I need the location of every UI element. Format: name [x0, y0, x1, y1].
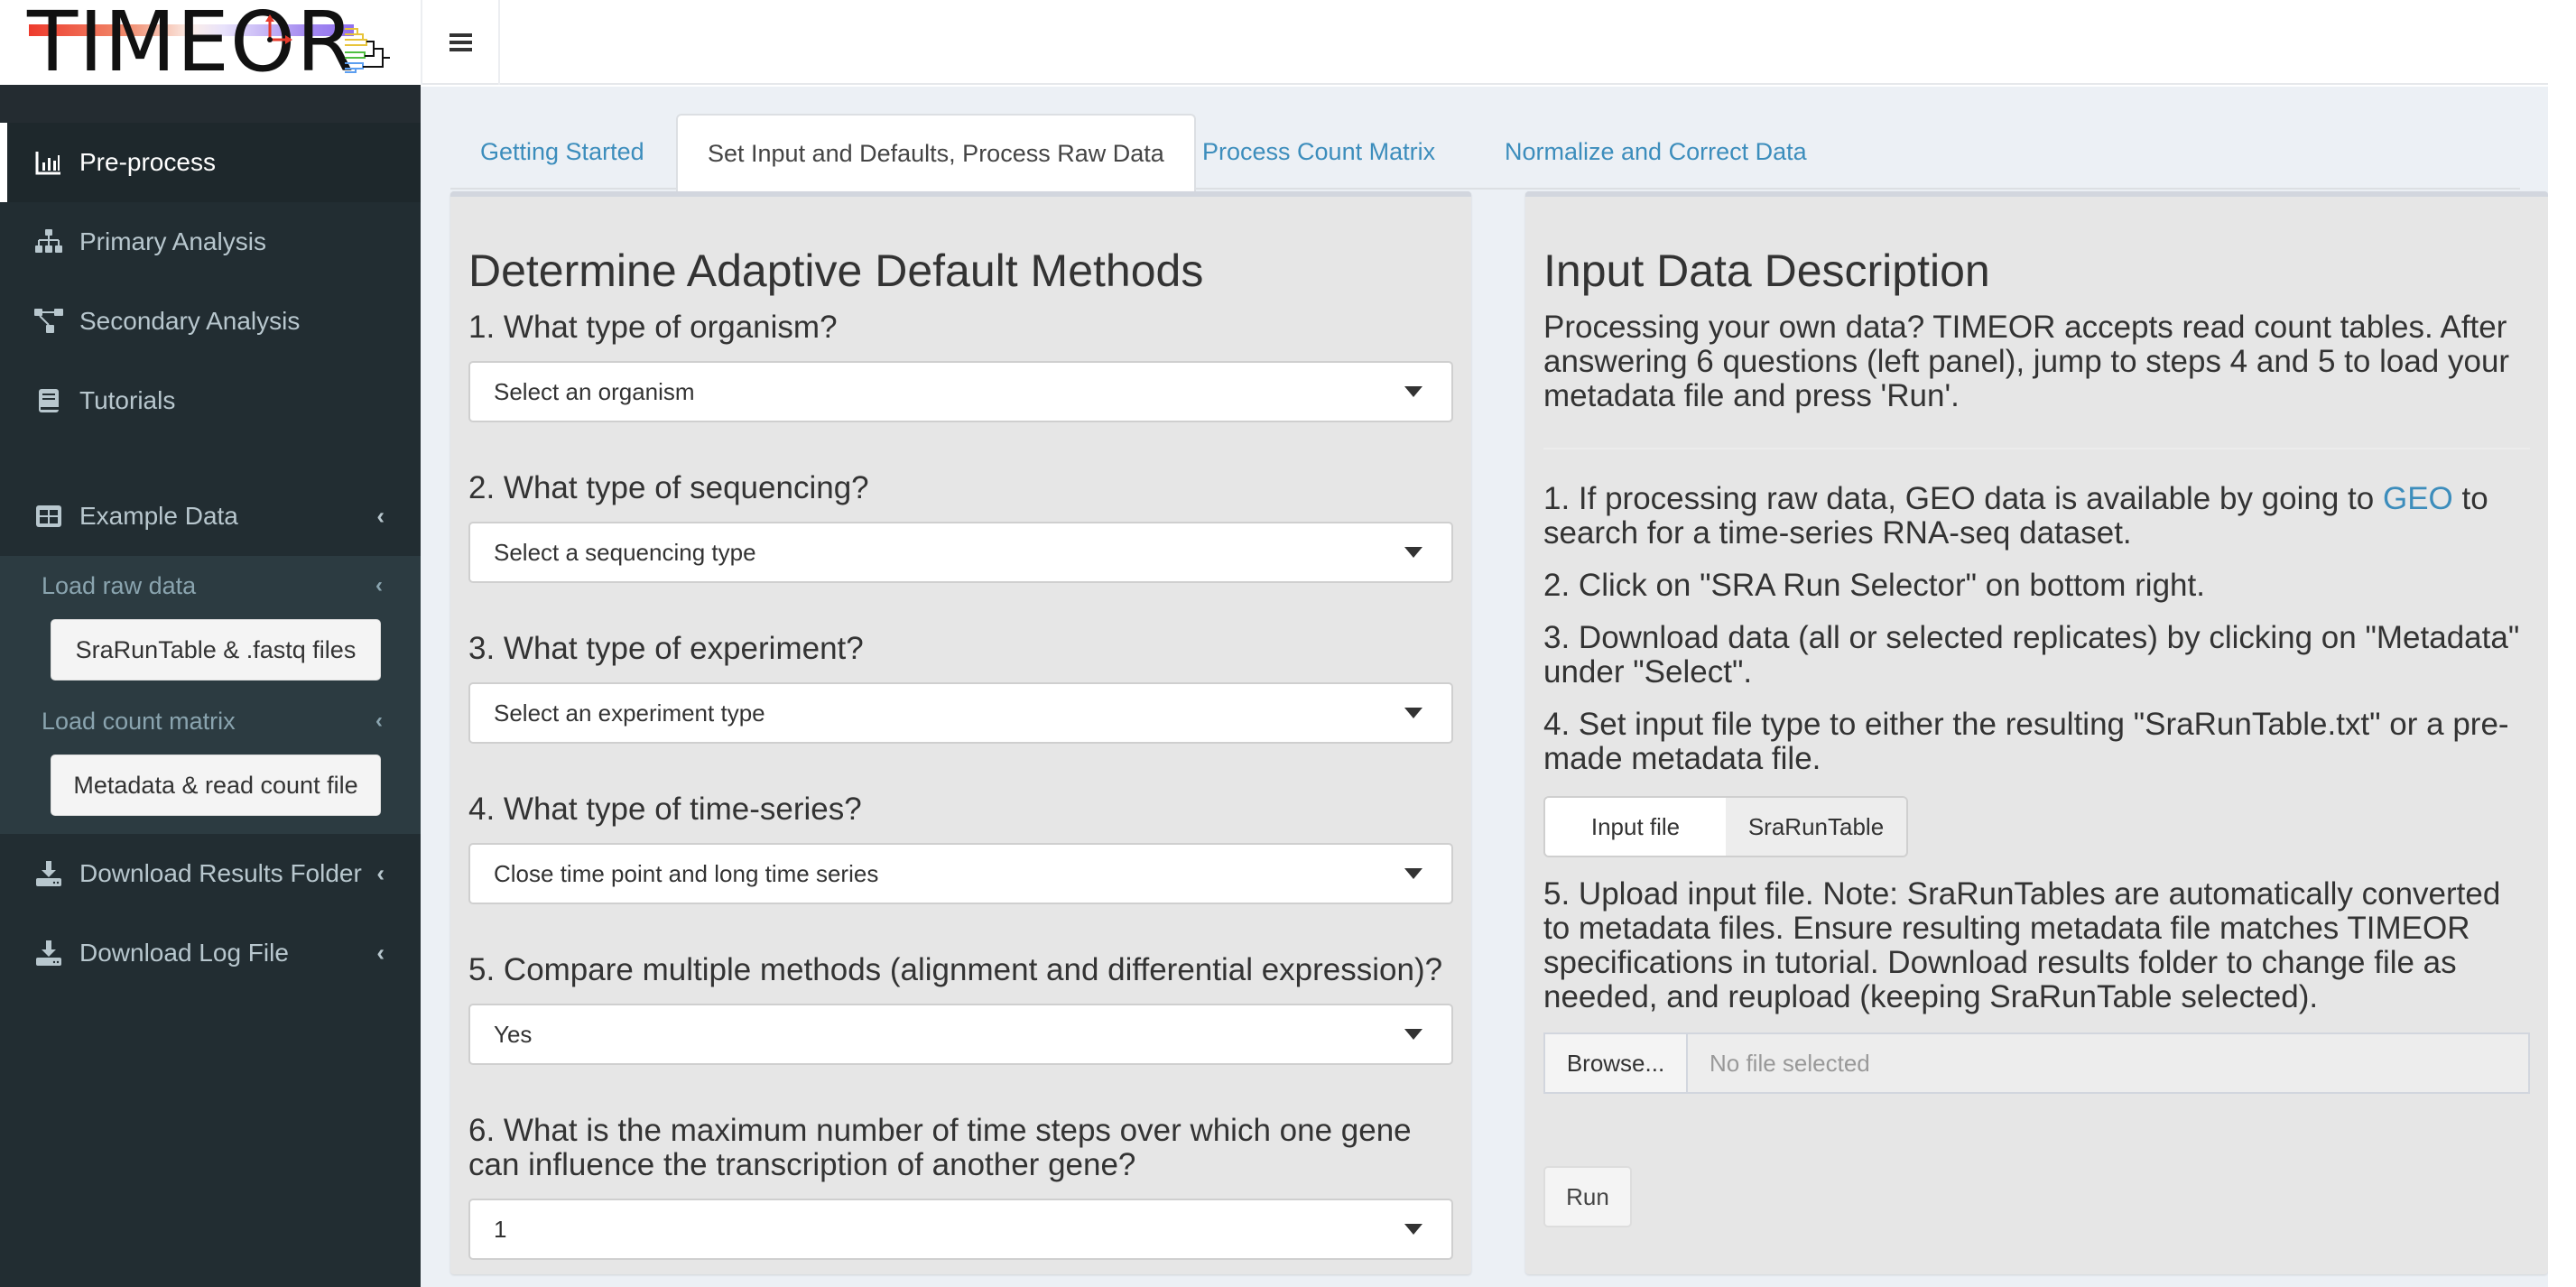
panel-title: Determine Adaptive Default Methods — [468, 245, 1204, 296]
sraruntable-option[interactable]: SraRunTable — [1726, 798, 1906, 856]
select-value: Select an experiment type — [494, 699, 765, 727]
file-upload-input[interactable]: Browse... No file selected — [1543, 1032, 2530, 1094]
divider — [1543, 448, 2530, 449]
chevron-left-icon: ‹ — [375, 708, 383, 733]
question-max-time-steps-label: 6. What is the maximum number of time st… — [468, 1113, 1412, 1182]
caret-down-icon — [1404, 868, 1422, 879]
sidebar-item-label: Secondary Analysis — [79, 307, 301, 335]
timeor-logo[interactable]: TIMEOR — [0, 0, 421, 85]
dendrogram-icon — [345, 28, 390, 73]
select-value: Yes — [494, 1020, 533, 1048]
caret-down-icon — [1404, 708, 1422, 718]
sidebar-item-download-results-folder[interactable]: Download Results Folder ‹ — [0, 834, 421, 913]
file-name-display: No file selected — [1688, 1034, 2528, 1092]
submenu-load-count-matrix[interactable]: Load count matrix ‹ — [0, 691, 421, 751]
sidebar-item-label: Download Log File — [79, 939, 289, 967]
run-button[interactable]: Run — [1543, 1166, 1632, 1227]
caret-down-icon — [1404, 386, 1422, 397]
sequencing-select[interactable]: Select a sequencing type — [468, 522, 1453, 583]
load-metadata-read-count-button[interactable]: Metadata & read count file — [51, 755, 381, 816]
select-value: 1 — [494, 1215, 507, 1243]
sidebar-item-primary-analysis[interactable]: Primary Analysis — [0, 202, 421, 282]
sidebar-item-pre-process[interactable]: Pre-process — [0, 123, 421, 202]
logo-text: TIMEOR — [27, 0, 356, 85]
step-text: 1. If processing raw data, GEO data is a… — [1543, 481, 2383, 516]
select-value: Select a sequencing type — [494, 538, 756, 566]
intro-text: Processing your own data? TIMEOR accepts… — [1543, 310, 2510, 413]
chevron-left-icon: ‹ — [376, 859, 385, 887]
page-edge — [2548, 0, 2576, 1287]
chevron-left-icon: ‹ — [376, 502, 385, 530]
top-header: TIMEOR — [0, 0, 2548, 85]
bar-chart-icon — [34, 148, 63, 177]
example-data-submenu: Load raw data ‹ SraRunTable & .fastq fil… — [0, 556, 421, 834]
tab-getting-started[interactable]: Getting Started — [450, 114, 674, 190]
sidebar: Pre-process Primary Analysis Secondary A… — [0, 85, 421, 1287]
step-4-text: 4. Set input file type to either the res… — [1543, 707, 2509, 776]
compare-methods-select[interactable]: Yes — [468, 1004, 1453, 1065]
step-5-text: 5. Upload input file. Note: SraRunTables… — [1543, 876, 2501, 1014]
browse-button[interactable]: Browse... — [1545, 1034, 1688, 1092]
submenu-load-raw-data[interactable]: Load raw data ‹ — [0, 556, 421, 616]
step-3-text: 3. Download data (all or selected replic… — [1543, 620, 2520, 690]
question-compare-methods-label: 5. Compare multiple methods (alignment a… — [468, 952, 1443, 987]
sidebar-item-label: Download Results Folder — [79, 859, 362, 887]
input-file-option[interactable]: Input file — [1545, 798, 1726, 856]
sidebar-item-label: Primary Analysis — [79, 227, 266, 255]
question-experiment-label: 3. What type of experiment? — [468, 631, 864, 666]
max-time-steps-select[interactable]: 1 — [468, 1199, 1453, 1260]
select-value: Select an organism — [494, 377, 695, 405]
sidebar-item-secondary-analysis[interactable]: Secondary Analysis — [0, 282, 421, 361]
project-diagram-icon — [34, 307, 63, 336]
hamburger-menu-icon — [449, 33, 472, 51]
question-organism-label: 1. What type of organism? — [468, 310, 838, 345]
sidebar-item-label: Example Data — [79, 502, 238, 530]
tab-process-count-matrix[interactable]: Process Count Matrix — [1172, 114, 1465, 190]
step-2-text: 2. Click on "SRA Run Selector" on bottom… — [1543, 568, 2205, 603]
sidebar-item-label: Pre-process — [79, 148, 216, 176]
question-sequencing-label: 2. What type of sequencing? — [468, 470, 869, 505]
clock-hands-icon — [265, 14, 292, 44]
caret-down-icon — [1404, 1224, 1422, 1235]
sidebar-item-example-data[interactable]: Example Data ‹ — [0, 477, 421, 556]
select-value: Close time point and long time series — [494, 859, 879, 887]
organism-select[interactable]: Select an organism — [468, 361, 1453, 422]
question-time-series-label: 4. What type of time-series? — [468, 792, 862, 827]
submenu-label: Load count matrix — [42, 707, 236, 735]
input-data-description-panel: Input Data Description Processing your o… — [1525, 191, 2548, 1274]
caret-down-icon — [1404, 547, 1422, 558]
experiment-select[interactable]: Select an experiment type — [468, 682, 1453, 744]
file-type-toggle: Input file SraRunTable — [1543, 796, 1908, 857]
chevron-left-icon: ‹ — [375, 573, 383, 597]
panel-title: Input Data Description — [1543, 245, 1990, 296]
caret-down-icon — [1404, 1029, 1422, 1040]
book-icon — [34, 386, 63, 415]
tab-bar: Getting Started Set Input and Defaults, … — [450, 114, 2520, 191]
geo-link[interactable]: GEO — [2383, 481, 2453, 516]
sidebar-item-tutorials[interactable]: Tutorials — [0, 361, 421, 440]
download-icon — [34, 939, 63, 968]
chevron-left-icon: ‹ — [376, 939, 385, 967]
sitemap-icon — [34, 227, 63, 256]
adaptive-defaults-panel: Determine Adaptive Default Methods 1. Wh… — [450, 191, 1471, 1274]
sidebar-item-label: Tutorials — [79, 386, 176, 414]
time-series-select[interactable]: Close time point and long time series — [468, 843, 1453, 904]
load-sraruntable-fastq-button[interactable]: SraRunTable & .fastq files — [51, 619, 381, 681]
tab-normalize-correct-data[interactable]: Normalize and Correct Data — [1475, 114, 1837, 190]
table-icon — [34, 502, 63, 531]
main-content: Getting Started Set Input and Defaults, … — [421, 87, 2548, 1287]
step-1-text: 1. If processing raw data, GEO data is a… — [1543, 482, 2530, 551]
sidebar-item-download-log-file[interactable]: Download Log File ‹ — [0, 913, 421, 993]
submenu-label: Load raw data — [42, 571, 197, 599]
tab-set-input-defaults[interactable]: Set Input and Defaults, Process Raw Data — [676, 114, 1196, 191]
download-icon — [34, 859, 63, 888]
sidebar-toggle-button[interactable] — [421, 0, 500, 85]
